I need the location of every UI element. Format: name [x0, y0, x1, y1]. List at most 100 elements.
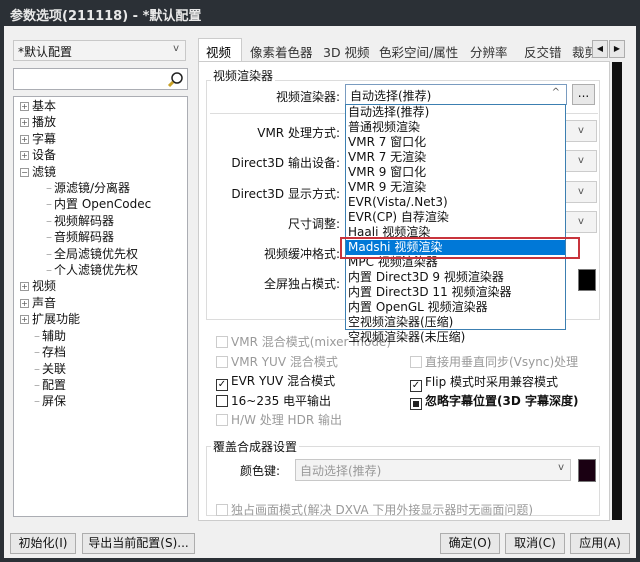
tree-item[interactable]: – 个人滤镜优先权: [20, 262, 151, 278]
color-key-select[interactable]: 自动选择(推荐) v: [295, 459, 571, 481]
renderer-row-select[interactable]: v: [565, 150, 597, 172]
tree-item[interactable]: – 屏保: [20, 393, 151, 409]
tree-line-icon: –: [34, 394, 40, 409]
dropdown-option[interactable]: 空视频渲染器(压缩): [346, 315, 565, 330]
dropdown-option[interactable]: 空视频渲染器(未压缩): [346, 330, 565, 345]
dropdown-option[interactable]: 内置 Direct3D 11 视频渲染器: [346, 285, 565, 300]
checkbox-label: Flip 模式时采用兼容模式: [425, 374, 559, 389]
color-key-swatch[interactable]: [578, 459, 596, 482]
expand-icon[interactable]: +: [20, 315, 29, 325]
tab-scroll-left-button[interactable]: ◀: [592, 40, 608, 58]
dropdown-option[interactable]: VMR 9 窗口化: [346, 165, 565, 180]
exclusive-mode-checkbox[interactable]: 独占画面模式(解决 DXVA 下用外接显示器时无画面问题): [216, 501, 533, 518]
dropdown-option[interactable]: 内置 Direct3D 9 视频渲染器: [346, 270, 565, 285]
color-key-label: 颜色键:: [240, 464, 281, 478]
tree-item[interactable]: – 辅助: [20, 328, 151, 344]
renderer-row-label: Direct3D 显示方式:: [231, 187, 340, 201]
tab-2[interactable]: 3D 视频: [323, 42, 370, 61]
tree-item-label: 音频解码器: [54, 230, 115, 245]
expand-icon[interactable]: +: [20, 134, 29, 144]
dropdown-option[interactable]: VMR 7 无渲染: [346, 150, 565, 165]
option-checkbox[interactable]: ✓ EVR YUV 混合模式: [216, 372, 335, 391]
export-config-button[interactable]: 导出当前配置(S)...: [82, 533, 195, 554]
dropdown-option[interactable]: 普通视频渲染: [346, 120, 565, 135]
tree-item[interactable]: – 内置 OpenCodec: [20, 196, 151, 212]
tree-line-icon: –: [46, 181, 52, 196]
tree-item[interactable]: – 存档: [20, 344, 151, 360]
option-checkbox[interactable]: 16~235 电平输出: [216, 392, 331, 409]
tree-item[interactable]: – 配置: [20, 377, 151, 393]
checkbox-box: [410, 398, 422, 410]
tab-1[interactable]: 像素着色器: [250, 42, 313, 61]
dropdown-option[interactable]: EVR(CP) 自荐渲染: [346, 210, 565, 225]
checkbox-box: [216, 414, 228, 426]
tree-item[interactable]: – 全局滤镜优先权: [20, 246, 151, 262]
expand-icon[interactable]: +: [20, 118, 29, 128]
tree-item-label: 滤镜: [32, 164, 57, 179]
renderer-select[interactable]: 自动选择(推荐) ^: [345, 84, 567, 105]
renderer-row-select[interactable]: v: [565, 120, 597, 142]
tree-line-icon: –: [34, 361, 40, 376]
checkbox-box: [216, 355, 228, 368]
fullscreen-color-swatch[interactable]: [578, 269, 596, 291]
dropdown-option[interactable]: VMR 7 窗口化: [346, 135, 565, 150]
tree-item-label: 个人滤镜优先权: [54, 263, 139, 278]
tree-item[interactable]: – 源滤镜/分离器: [20, 180, 151, 196]
tree-item-label: 源滤镜/分离器: [54, 181, 131, 196]
option-checkbox[interactable]: 忽略字幕位置(3D 字幕深度): [410, 392, 578, 410]
profile-select[interactable]: *默认配置 v: [13, 40, 186, 61]
tree-line-icon: –: [34, 345, 40, 360]
tree-item[interactable]: – 关联: [20, 361, 151, 377]
tree-item[interactable]: − 滤镜: [20, 164, 151, 180]
tree-item[interactable]: – 视频解码器: [20, 213, 151, 229]
cancel-button[interactable]: 取消(C): [505, 533, 565, 554]
expand-icon[interactable]: +: [20, 151, 29, 161]
renderer-row-select[interactable]: v: [565, 211, 597, 233]
tree-item[interactable]: + 基本: [20, 98, 151, 114]
tree-item-label: 视频解码器: [54, 213, 115, 228]
expand-icon[interactable]: +: [20, 102, 29, 111]
apply-button[interactable]: 应用(A): [570, 533, 630, 554]
option-checkbox[interactable]: ✓ Flip 模式时采用兼容模式: [410, 373, 558, 392]
tree-item-label: 扩展功能: [32, 312, 81, 327]
checkbox-label: 忽略字幕位置(3D 字幕深度): [425, 394, 579, 408]
dropdown-option[interactable]: 内置 OpenGL 视频渲染器: [346, 300, 565, 315]
checkbox-label: 直接用垂直同步(Vsync)处理: [425, 355, 579, 369]
tree-item-label: 声音: [32, 295, 57, 310]
tab-3[interactable]: 色彩空间/属性: [379, 42, 458, 61]
tree-line-icon: –: [46, 213, 52, 228]
tree-item[interactable]: + 视频: [20, 278, 151, 294]
tree-item[interactable]: + 字幕: [20, 131, 151, 147]
tab-4[interactable]: 分辨率: [470, 42, 508, 61]
dropdown-option[interactable]: 自动选择(推荐): [346, 105, 565, 120]
dropdown-option[interactable]: EVR(Vista/.Net3): [346, 195, 565, 210]
tree-item[interactable]: + 播放: [20, 114, 151, 130]
option-checkbox[interactable]: H/W 处理 HDR 输出: [216, 411, 342, 428]
tree-item[interactable]: + 声音: [20, 295, 151, 311]
tree-item[interactable]: + 设备: [20, 147, 151, 163]
ok-button[interactable]: 确定(O): [440, 533, 500, 554]
tab-scroll-right-button[interactable]: ▶: [609, 40, 625, 58]
search-input[interactable]: [13, 68, 188, 90]
option-checkbox[interactable]: 直接用垂直同步(Vsync)处理: [410, 353, 578, 370]
renderer-row-select[interactable]: v: [565, 181, 597, 203]
collapse-icon[interactable]: −: [20, 167, 29, 177]
tab-6[interactable]: 裁剪: [572, 42, 592, 61]
checkbox-label: EVR YUV 混合模式: [231, 374, 336, 388]
tree-item[interactable]: + 扩展功能: [20, 311, 151, 327]
option-checkbox[interactable]: VMR YUV 混合模式: [216, 353, 338, 370]
dropdown-option[interactable]: VMR 9 无渲染: [346, 180, 565, 195]
tab-0[interactable]: 视频: [206, 42, 231, 61]
tab-5[interactable]: 反交错: [524, 42, 562, 61]
expand-icon[interactable]: +: [20, 298, 29, 308]
renderer-settings-button[interactable]: ...: [572, 84, 595, 105]
search-icon[interactable]: [167, 71, 184, 88]
scrollbar[interactable]: [612, 62, 622, 520]
expand-icon[interactable]: +: [20, 282, 29, 292]
renderer-row-label: 视频缓冲格式:: [263, 247, 340, 261]
tree-item-label: 播放: [32, 115, 57, 130]
checkbox-label: 独占画面模式(解决 DXVA 下用外接显示器时无画面问题): [231, 503, 534, 517]
renderer-dropdown-list[interactable]: 自动选择(推荐) 普通视频渲染 VMR 7 窗口化 VMR 7 无渲染 VMR 9 窗口…: [345, 104, 566, 344]
init-button[interactable]: 初始化(I): [10, 533, 76, 554]
tree-item[interactable]: – 音频解码器: [20, 229, 151, 245]
